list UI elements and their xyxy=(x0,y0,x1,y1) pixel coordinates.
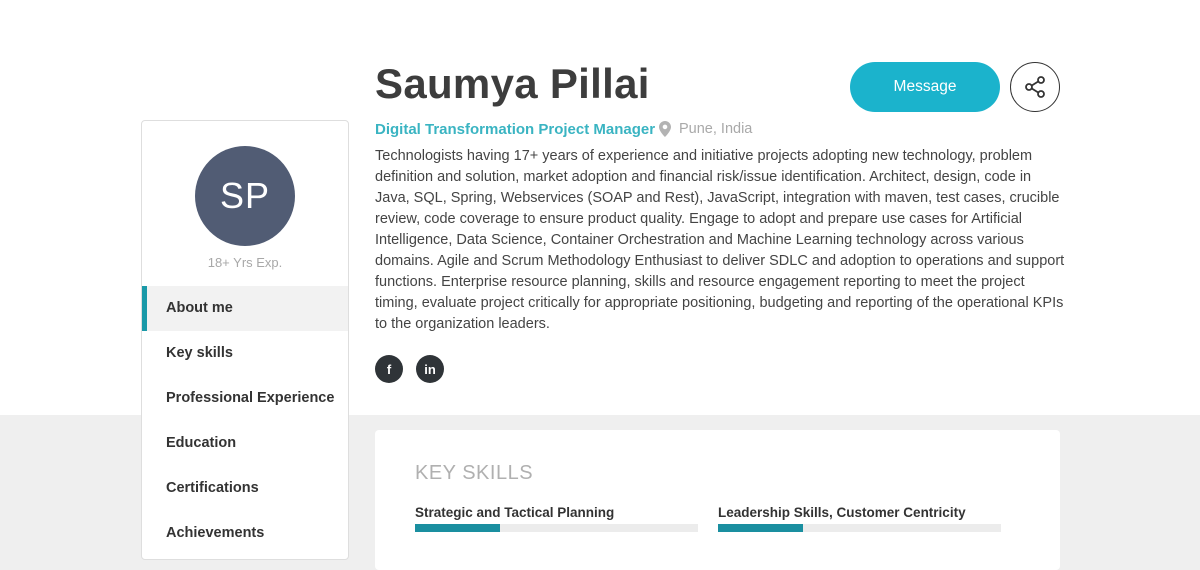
profile-name: Saumya Pillai xyxy=(375,60,650,107)
key-skills-card: KEY SKILLS Strategic and Tactical Planni… xyxy=(375,430,1060,570)
experience-label: 18+ Yrs Exp. xyxy=(207,255,283,270)
sidebar-item-achievements[interactable]: Achievements xyxy=(142,511,348,556)
profile-sidebar: SP 18+ Yrs Exp. About me Key skills Prof… xyxy=(141,120,349,560)
share-icon xyxy=(1025,76,1045,98)
profile-location: Pune, India xyxy=(659,121,752,137)
skill-bar-fill xyxy=(415,524,500,532)
skill-bar xyxy=(415,524,698,532)
message-button[interactable]: Message xyxy=(850,62,1000,112)
key-skills-title: KEY SKILLS xyxy=(415,462,534,484)
sidebar-item-professional-experience[interactable]: Professional Experience xyxy=(142,376,348,421)
sidebar-nav: About me Key skills Professional Experie… xyxy=(142,286,348,556)
skill-label: Strategic and Tactical Planning xyxy=(415,505,615,520)
location-text: Pune, India xyxy=(679,121,753,137)
profile-role: Digital Transformation Project Manager xyxy=(375,121,656,138)
skill-bar-fill xyxy=(718,524,803,532)
facebook-icon[interactable]: f xyxy=(375,355,403,383)
share-button[interactable] xyxy=(1010,62,1060,112)
location-pin-icon xyxy=(659,121,671,137)
skill-item: Leadership Skills, Customer Centricity xyxy=(718,505,1001,532)
sidebar-item-certifications[interactable]: Certifications xyxy=(142,466,348,511)
about-text: Technologists having 17+ years of experi… xyxy=(375,148,1065,332)
linkedin-icon[interactable]: in xyxy=(416,355,444,383)
sidebar-item-key-skills[interactable]: Key skills xyxy=(142,331,348,376)
skill-label: Leadership Skills, Customer Centricity xyxy=(718,505,966,520)
skill-bar xyxy=(718,524,1001,532)
avatar: SP xyxy=(195,146,295,246)
sidebar-item-education[interactable]: Education xyxy=(142,421,348,466)
skill-item: Strategic and Tactical Planning xyxy=(415,505,698,532)
sidebar-item-about-me[interactable]: About me xyxy=(142,286,348,331)
